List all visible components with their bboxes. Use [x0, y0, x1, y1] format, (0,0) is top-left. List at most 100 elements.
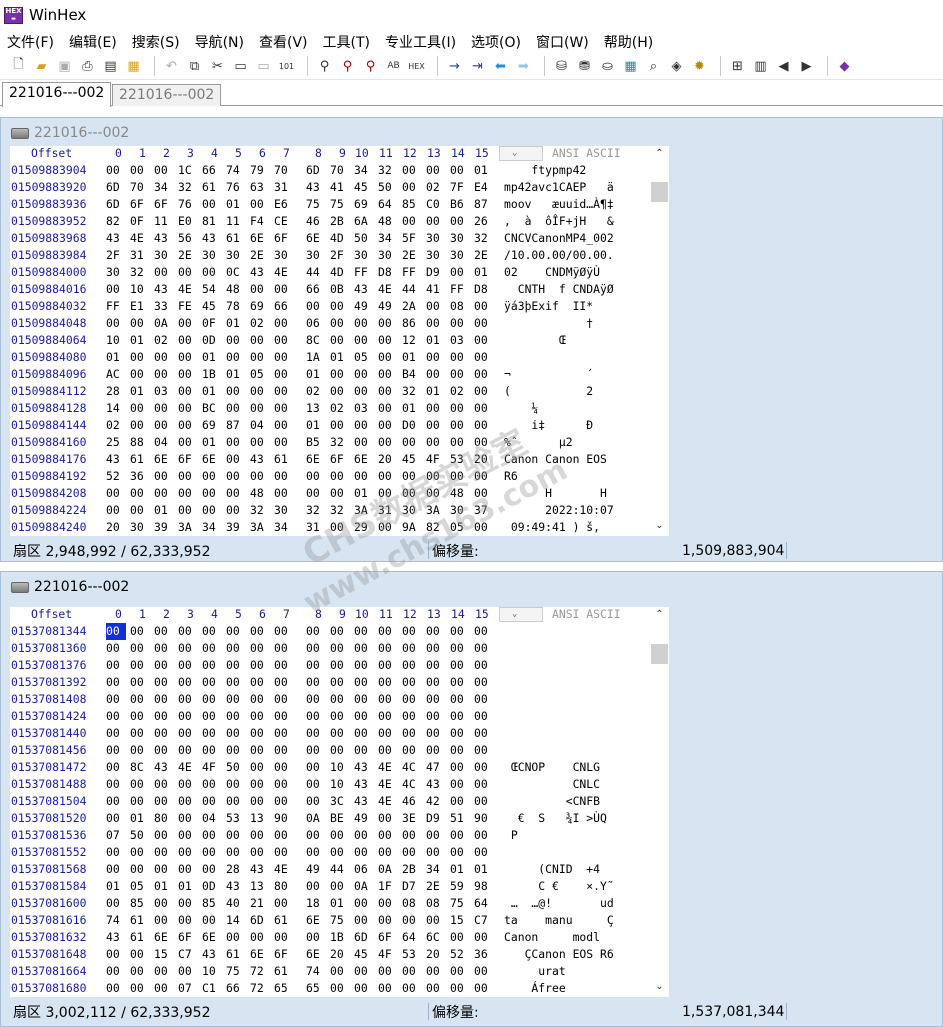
hex-byte[interactable]: 00 [154, 468, 174, 485]
hex-byte[interactable]: 6F [378, 929, 398, 946]
hex-byte[interactable]: 00 [202, 674, 222, 691]
hex-byte[interactable]: 50 [226, 759, 246, 776]
hex-byte[interactable]: 26 [474, 213, 494, 230]
hex-byte[interactable]: 00 [354, 844, 374, 861]
menu-file[interactable]: 文件(F) [7, 32, 54, 52]
hex-byte[interactable]: 00 [130, 793, 150, 810]
hex-byte[interactable]: 28 [226, 861, 246, 878]
hex-byte[interactable]: 00 [306, 878, 326, 895]
ascii-text[interactable]: (CNID +4 [504, 861, 614, 878]
hex-byte[interactable]: 8C [306, 332, 326, 349]
hex-byte[interactable]: 4E [378, 776, 398, 793]
hex-byte[interactable]: 00 [178, 691, 198, 708]
hex-byte[interactable]: C0 [426, 196, 446, 213]
save-icon[interactable]: ▣ [55, 57, 74, 76]
hex-byte[interactable]: 01 [202, 383, 222, 400]
hex-byte[interactable]: 00 [450, 793, 470, 810]
hex-byte[interactable]: 00 [106, 674, 126, 691]
hex-byte[interactable]: 82 [106, 213, 126, 230]
hex-row[interactable]: 01537081600 00 85 00 00 85 40 21 00 18 01 00 00 08 08 7… [10, 895, 650, 912]
copy-icon[interactable]: ⧉ [185, 57, 204, 76]
scroll-up-icon[interactable]: ⌃ [650, 146, 669, 162]
ascii-text[interactable] [504, 674, 614, 691]
hex-byte[interactable]: 00 [154, 674, 174, 691]
hex-byte[interactable]: 6F [178, 451, 198, 468]
hex-byte[interactable]: 48 [250, 485, 270, 502]
hex-byte[interactable]: 00 [474, 759, 494, 776]
hex-byte[interactable]: 00 [226, 623, 246, 640]
hex-byte[interactable]: 30 [402, 502, 422, 519]
hex-byte[interactable]: 00 [274, 485, 294, 502]
print-icon[interactable]: ⎙ [78, 57, 97, 76]
ascii-text[interactable]: 09:49:41 ) š, [504, 519, 614, 536]
hex-byte[interactable]: 00 [450, 640, 470, 657]
hex-byte[interactable]: 00 [106, 708, 126, 725]
hex-byte[interactable]: 6E [354, 451, 374, 468]
hex-byte[interactable]: 2B [402, 861, 422, 878]
book-icon[interactable]: ◆ [835, 57, 854, 76]
hex-byte[interactable]: 00 [426, 640, 446, 657]
hex-byte[interactable]: 00 [474, 519, 494, 536]
hex-byte[interactable]: 00 [178, 264, 198, 281]
hex-byte[interactable]: 43 [306, 179, 326, 196]
hex-byte[interactable]: 00 [250, 793, 270, 810]
hex-byte[interactable]: 00 [474, 366, 494, 383]
hex-row[interactable]: 01537081504 00 00 00 00 00 00 00 00 00 3C 43 4E 46 42 0… [10, 793, 650, 810]
hex-row[interactable]: 01537081360 00 00 00 00 00 00 00 00 00 00 00 00 00 00 0… [10, 640, 650, 657]
hex-byte[interactable]: 43 [202, 230, 222, 247]
hex-byte[interactable]: 30 [450, 247, 470, 264]
hex-byte[interactable]: 43 [154, 230, 174, 247]
hex-byte[interactable]: 00 [202, 861, 222, 878]
hex-byte[interactable]: 48 [378, 213, 398, 230]
hex-byte[interactable]: 00 [330, 674, 350, 691]
hex-byte[interactable]: 00 [402, 213, 422, 230]
hex-byte[interactable]: 00 [250, 400, 270, 417]
ascii-text[interactable]: ŒCNOP CNLG [504, 759, 614, 776]
hex-byte[interactable]: 02 [450, 383, 470, 400]
hex-byte[interactable]: 6F [274, 946, 294, 963]
hex-byte[interactable]: 00 [330, 827, 350, 844]
menu-navigate[interactable]: 导航(N) [195, 32, 244, 52]
ascii-text[interactable]: , à ôÎF+jH & [504, 213, 614, 230]
hex-byte[interactable]: 00 [426, 963, 446, 980]
hex-byte[interactable]: 4E [274, 861, 294, 878]
hex-view[interactable]: Offset 0 1 2 3 4 5 6 7 8 9 10 11 12 13 1… [10, 607, 669, 997]
hex-byte[interactable]: 6F [330, 451, 350, 468]
hex-byte[interactable]: 00 [330, 725, 350, 742]
hex-byte[interactable]: 00 [474, 929, 494, 946]
hex-byte[interactable]: 00 [154, 162, 174, 179]
hex-byte[interactable]: 86 [402, 315, 422, 332]
hex-byte[interactable]: 43 [250, 451, 270, 468]
hex-byte[interactable]: 00 [226, 708, 246, 725]
hex-byte[interactable]: 00 [402, 657, 422, 674]
hex-byte[interactable]: 00 [106, 895, 126, 912]
hex-byte[interactable]: 00 [354, 725, 374, 742]
hex-byte[interactable]: 00 [130, 674, 150, 691]
hex-byte[interactable]: 02 [306, 383, 326, 400]
hex-byte[interactable]: 1B [202, 366, 222, 383]
hex-byte[interactable]: 00 [426, 400, 446, 417]
hex-byte[interactable]: 70 [330, 162, 350, 179]
hex-view[interactable]: Offset 0 1 2 3 4 5 6 7 8 9 10 11 12 13 1… [10, 146, 669, 536]
hex-byte[interactable]: 87 [226, 417, 246, 434]
hex-byte[interactable]: 00 [202, 844, 222, 861]
hex-byte[interactable]: 01 [202, 434, 222, 451]
hex-byte[interactable]: 33 [154, 298, 174, 315]
scroll-down-icon[interactable]: ⌄ [650, 518, 669, 534]
hex-byte[interactable]: 14 [106, 400, 126, 417]
hex-byte[interactable]: 00 [402, 742, 422, 759]
hex-byte[interactable]: 00 [250, 708, 270, 725]
hex-byte[interactable]: 6D [354, 929, 374, 946]
hex-byte[interactable]: 85 [202, 895, 222, 912]
hex-byte[interactable]: 13 [306, 400, 326, 417]
hex-byte[interactable]: 00 [154, 725, 174, 742]
hex-byte[interactable]: 69 [354, 196, 374, 213]
hex-byte[interactable]: 78 [226, 298, 246, 315]
hex-byte[interactable]: 00 [202, 776, 222, 793]
hex-byte[interactable]: 6E [250, 230, 270, 247]
hex-byte[interactable]: 82 [426, 519, 446, 536]
hex-byte[interactable]: 12 [402, 332, 422, 349]
hex-byte[interactable]: 31 [378, 502, 398, 519]
hex-byte[interactable]: C7 [178, 946, 198, 963]
hex-byte[interactable]: 05 [450, 519, 470, 536]
